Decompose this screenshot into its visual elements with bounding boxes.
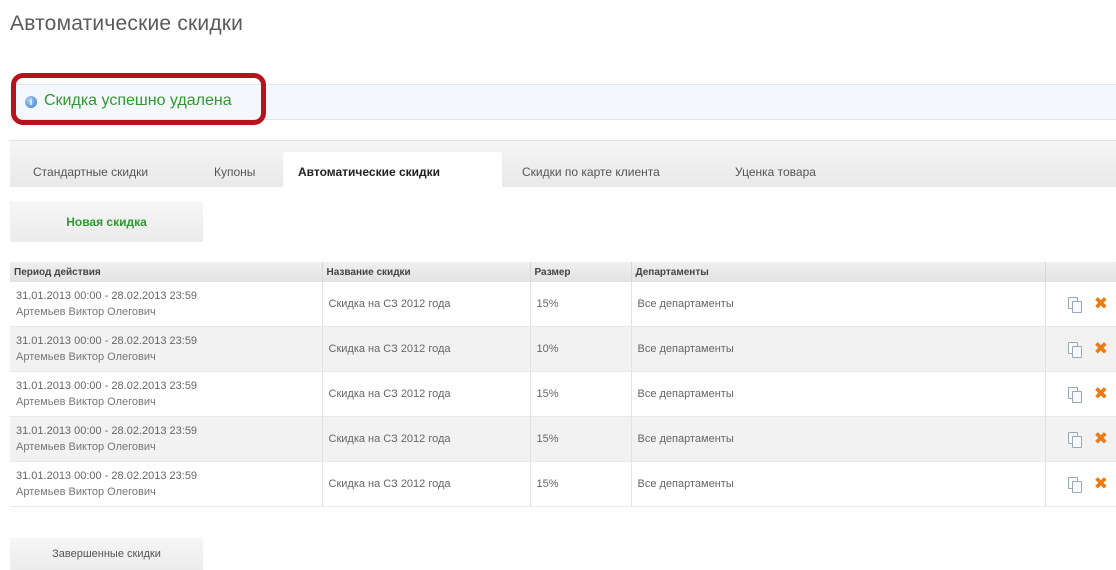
- size-cell: 15%: [530, 282, 632, 327]
- table-row[interactable]: 31.01.2013 00:00 - 28.02.2013 23:59 Артем…: [10, 326, 1116, 372]
- period-text: 31.01.2013 00:00 - 28.02.2013 23:59: [16, 290, 198, 302]
- author-text: Артемьев Виктор Олегович: [16, 441, 156, 453]
- author-text: Артемьев Виктор Олегович: [16, 396, 156, 408]
- delete-icon[interactable]: ✖: [1094, 385, 1108, 402]
- period-cell: 31.01.2013 00:00 - 28.02.2013 23:59 Артем…: [10, 416, 323, 462]
- departments-cell: Все департаменты: [631, 326, 1046, 372]
- row-actions: ✖: [1045, 282, 1116, 327]
- departments-cell: Все департаменты: [631, 461, 1046, 507]
- discount-name-cell: Скидка на СЗ 2012 года: [322, 371, 531, 417]
- copy-icon[interactable]: [1067, 387, 1082, 403]
- tab-markdown[interactable]: Уценка товара: [735, 165, 816, 179]
- departments-cell: Все департаменты: [631, 282, 1046, 327]
- author-text: Артемьев Виктор Олегович: [16, 306, 156, 318]
- departments-cell: Все департаменты: [631, 371, 1046, 417]
- discount-name-cell: Скидка на СЗ 2012 года: [322, 326, 531, 372]
- table-row[interactable]: 31.01.2013 00:00 - 28.02.2013 23:59 Артем…: [10, 371, 1116, 417]
- page-title: Автоматические скидки: [10, 12, 244, 35]
- tab-client-card-discounts[interactable]: Скидки по карте клиента: [522, 165, 660, 179]
- tab-standard-discounts[interactable]: Стандартные скидки: [33, 165, 148, 179]
- author-text: Артемьев Виктор Олегович: [16, 486, 156, 498]
- size-cell: 15%: [530, 461, 632, 507]
- size-cell: 15%: [530, 416, 632, 462]
- tab-bar: [10, 140, 1116, 187]
- discount-name-cell: Скидка на СЗ 2012 года: [322, 461, 531, 507]
- tab-automatic-discounts[interactable]: Автоматические скидки: [298, 165, 440, 179]
- copy-icon[interactable]: [1067, 297, 1082, 313]
- discount-name-cell: Скидка на СЗ 2012 года: [322, 282, 531, 327]
- tab-coupons[interactable]: Купоны: [214, 165, 255, 179]
- period-text: 31.01.2013 00:00 - 28.02.2013 23:59: [16, 380, 198, 392]
- row-actions: ✖: [1045, 371, 1116, 417]
- new-discount-button[interactable]: Новая скидка: [10, 201, 203, 242]
- delete-icon[interactable]: ✖: [1094, 430, 1108, 447]
- period-cell: 31.01.2013 00:00 - 28.02.2013 23:59 Артем…: [10, 371, 323, 417]
- table-row[interactable]: 31.01.2013 00:00 - 28.02.2013 23:59 Артем…: [10, 416, 1116, 462]
- column-header-actions: [1045, 262, 1116, 282]
- column-header-name: Название скидки: [322, 262, 531, 282]
- discounts-table: Период действия Название скидки Размер Д…: [10, 262, 1116, 507]
- table-row[interactable]: 31.01.2013 00:00 - 28.02.2013 23:59 Артем…: [10, 461, 1116, 507]
- period-cell: 31.01.2013 00:00 - 28.02.2013 23:59 Артем…: [10, 326, 323, 372]
- row-actions: ✖: [1045, 416, 1116, 462]
- size-cell: 15%: [530, 371, 632, 417]
- copy-icon[interactable]: [1067, 477, 1082, 493]
- period-text: 31.01.2013 00:00 - 28.02.2013 23:59: [16, 335, 198, 347]
- delete-icon[interactable]: ✖: [1094, 340, 1108, 357]
- departments-cell: Все департаменты: [631, 416, 1046, 462]
- row-actions: ✖: [1045, 326, 1116, 372]
- period-cell: 31.01.2013 00:00 - 28.02.2013 23:59 Артем…: [10, 282, 323, 327]
- period-cell: 31.01.2013 00:00 - 28.02.2013 23:59 Артем…: [10, 461, 323, 507]
- copy-icon[interactable]: [1067, 432, 1082, 448]
- column-header-departments: Департаменты: [631, 262, 1046, 282]
- table-row[interactable]: 31.01.2013 00:00 - 28.02.2013 23:59 Артем…: [10, 282, 1116, 327]
- finished-discounts-button[interactable]: Завершенные скидки: [10, 538, 203, 570]
- size-cell: 10%: [530, 326, 632, 372]
- table-header-row: Период действия Название скидки Размер Д…: [10, 262, 1116, 282]
- delete-icon[interactable]: ✖: [1094, 475, 1108, 492]
- copy-icon[interactable]: [1067, 342, 1082, 358]
- notice-highlight-frame: [11, 73, 266, 125]
- row-actions: ✖: [1045, 461, 1116, 507]
- column-header-size: Размер: [530, 262, 632, 282]
- period-text: 31.01.2013 00:00 - 28.02.2013 23:59: [16, 425, 198, 437]
- author-text: Артемьев Виктор Олегович: [16, 351, 156, 363]
- delete-icon[interactable]: ✖: [1094, 295, 1108, 312]
- column-header-period: Период действия: [10, 262, 323, 282]
- period-text: 31.01.2013 00:00 - 28.02.2013 23:59: [16, 470, 198, 482]
- discount-name-cell: Скидка на СЗ 2012 года: [322, 416, 531, 462]
